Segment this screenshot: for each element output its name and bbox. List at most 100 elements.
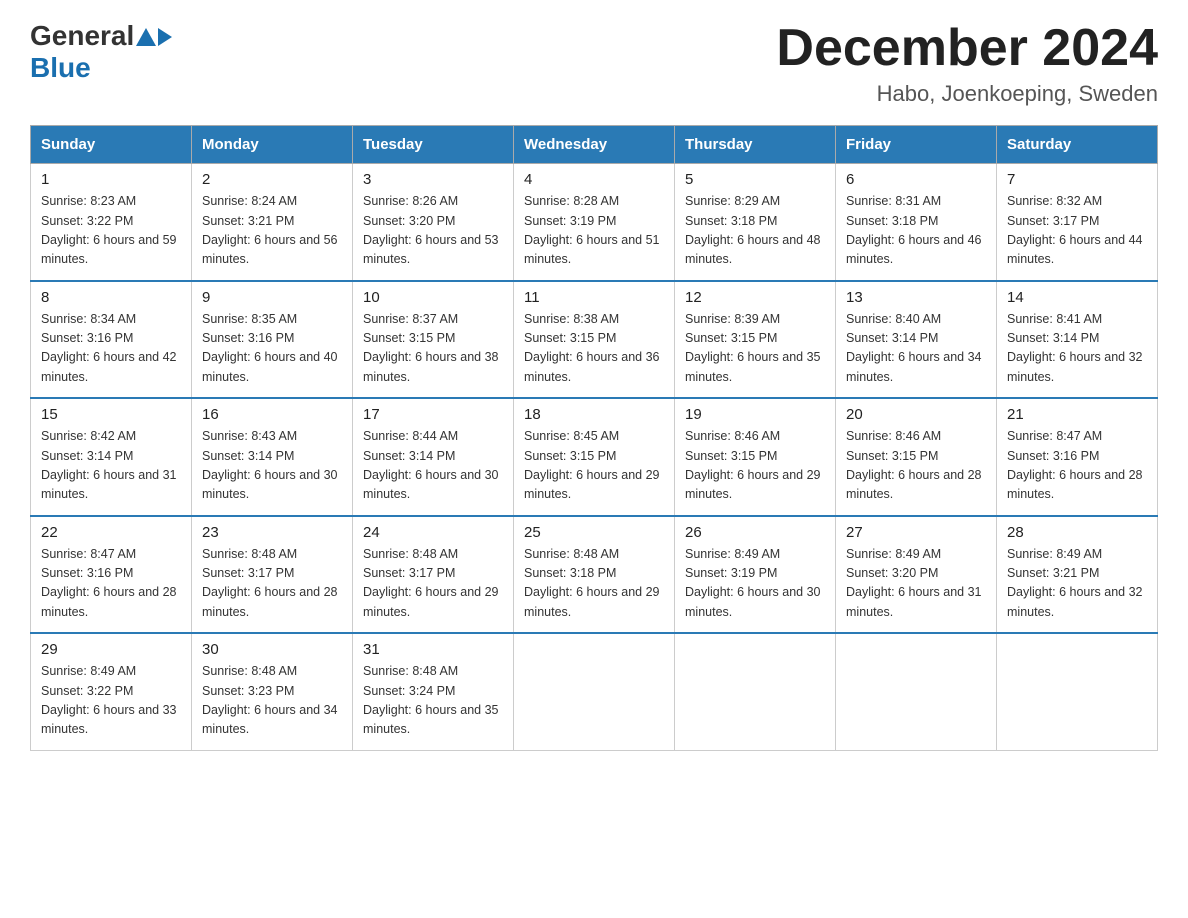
day-info: Sunrise: 8:37 AMSunset: 3:15 PMDaylight:…: [363, 310, 503, 388]
day-number: 9: [202, 289, 342, 306]
week-row-1: 1 Sunrise: 8:23 AMSunset: 3:22 PMDaylight…: [31, 164, 1158, 281]
calendar-cell: 9 Sunrise: 8:35 AMSunset: 3:16 PMDaylight…: [192, 281, 353, 399]
day-number: 7: [1007, 171, 1147, 188]
calendar-cell: [997, 633, 1158, 750]
day-info: Sunrise: 8:26 AMSunset: 3:20 PMDaylight:…: [363, 192, 503, 270]
day-number: 24: [363, 524, 503, 541]
title-area: December 2024 Habo, Joenkoeping, Sweden: [776, 20, 1158, 107]
header: General Blue December 2024 Habo, Joenkoe…: [30, 20, 1158, 107]
day-number: 17: [363, 406, 503, 423]
calendar-cell: 28Sunrise: 8:49 AMSunset: 3:21 PMDayligh…: [997, 516, 1158, 634]
day-info: Sunrise: 8:48 AMSunset: 3:24 PMDaylight:…: [363, 662, 503, 740]
week-row-5: 29Sunrise: 8:49 AMSunset: 3:22 PMDayligh…: [31, 633, 1158, 750]
calendar-cell: 6Sunrise: 8:31 AMSunset: 3:18 PMDaylight…: [836, 164, 997, 281]
day-info: Sunrise: 8:23 AMSunset: 3:22 PMDaylight:…: [41, 192, 181, 270]
day-info: Sunrise: 8:44 AMSunset: 3:14 PMDaylight:…: [363, 427, 503, 505]
day-number: 18: [524, 406, 664, 423]
logo-blue-part: [134, 26, 174, 46]
day-info: Sunrise: 8:32 AMSunset: 3:17 PMDaylight:…: [1007, 192, 1147, 270]
day-info: Sunrise: 8:43 AMSunset: 3:14 PMDaylight:…: [202, 427, 342, 505]
calendar-cell: 15 Sunrise: 8:42 AMSunset: 3:14 PMDayligh…: [31, 398, 192, 516]
calendar-cell: 5Sunrise: 8:29 AMSunset: 3:18 PMDaylight…: [675, 164, 836, 281]
day-number: 1: [41, 171, 181, 188]
day-info: Sunrise: 8:38 AMSunset: 3:15 PMDaylight:…: [524, 310, 664, 388]
day-number: 25: [524, 524, 664, 541]
day-info: Sunrise: 8:47 AMSunset: 3:16 PMDaylight:…: [1007, 427, 1147, 505]
calendar-cell: 1 Sunrise: 8:23 AMSunset: 3:22 PMDaylight…: [31, 164, 192, 281]
day-info: Sunrise: 8:48 AMSunset: 3:18 PMDaylight:…: [524, 545, 664, 623]
day-number: 2: [202, 171, 342, 188]
logo-general-text: General: [30, 20, 134, 52]
day-info: Sunrise: 8:48 AMSunset: 3:23 PMDaylight:…: [202, 662, 342, 740]
day-number: 5: [685, 171, 825, 188]
day-number: 21: [1007, 406, 1147, 423]
day-number: 8: [41, 289, 181, 306]
calendar-cell: 29Sunrise: 8:49 AMSunset: 3:22 PMDayligh…: [31, 633, 192, 750]
logo: General Blue: [30, 20, 174, 84]
header-thursday: Thursday: [675, 126, 836, 164]
calendar-cell: 8 Sunrise: 8:34 AMSunset: 3:16 PMDaylight…: [31, 281, 192, 399]
day-number: 26: [685, 524, 825, 541]
logo-triangle-icon: [135, 26, 157, 48]
day-number: 30: [202, 641, 342, 658]
days-header-row: SundayMondayTuesdayWednesdayThursdayFrid…: [31, 126, 1158, 164]
calendar-cell: 13 Sunrise: 8:40 AMSunset: 3:14 PMDayligh…: [836, 281, 997, 399]
calendar-cell: 27 Sunrise: 8:49 AMSunset: 3:20 PMDayligh…: [836, 516, 997, 634]
day-info: Sunrise: 8:35 AMSunset: 3:16 PMDaylight:…: [202, 310, 342, 388]
day-number: 16: [202, 406, 342, 423]
day-number: 22: [41, 524, 181, 541]
day-info: Sunrise: 8:39 AMSunset: 3:15 PMDaylight:…: [685, 310, 825, 388]
day-number: 31: [363, 641, 503, 658]
location-title: Habo, Joenkoeping, Sweden: [776, 81, 1158, 107]
calendar-cell: 23 Sunrise: 8:48 AMSunset: 3:17 PMDayligh…: [192, 516, 353, 634]
calendar-cell: 18 Sunrise: 8:45 AMSunset: 3:15 PMDayligh…: [514, 398, 675, 516]
day-number: 23: [202, 524, 342, 541]
day-info: Sunrise: 8:24 AMSunset: 3:21 PMDaylight:…: [202, 192, 342, 270]
day-info: Sunrise: 8:47 AMSunset: 3:16 PMDaylight:…: [41, 545, 181, 623]
calendar-cell: [675, 633, 836, 750]
calendar-cell: 11 Sunrise: 8:38 AMSunset: 3:15 PMDayligh…: [514, 281, 675, 399]
calendar-cell: 26Sunrise: 8:49 AMSunset: 3:19 PMDayligh…: [675, 516, 836, 634]
day-info: Sunrise: 8:42 AMSunset: 3:14 PMDaylight:…: [41, 427, 181, 505]
header-wednesday: Wednesday: [514, 126, 675, 164]
calendar-cell: 22 Sunrise: 8:47 AMSunset: 3:16 PMDayligh…: [31, 516, 192, 634]
day-number: 11: [524, 289, 664, 306]
calendar-cell: 7 Sunrise: 8:32 AMSunset: 3:17 PMDaylight…: [997, 164, 1158, 281]
day-info: Sunrise: 8:48 AMSunset: 3:17 PMDaylight:…: [363, 545, 503, 623]
day-info: Sunrise: 8:49 AMSunset: 3:22 PMDaylight:…: [41, 662, 181, 740]
header-saturday: Saturday: [997, 126, 1158, 164]
calendar-cell: 31 Sunrise: 8:48 AMSunset: 3:24 PMDayligh…: [353, 633, 514, 750]
logo-blue-text: Blue: [30, 52, 91, 84]
day-info: Sunrise: 8:45 AMSunset: 3:15 PMDaylight:…: [524, 427, 664, 505]
week-row-3: 15 Sunrise: 8:42 AMSunset: 3:14 PMDayligh…: [31, 398, 1158, 516]
calendar-cell: 17 Sunrise: 8:44 AMSunset: 3:14 PMDayligh…: [353, 398, 514, 516]
calendar-cell: 3 Sunrise: 8:26 AMSunset: 3:20 PMDaylight…: [353, 164, 514, 281]
day-number: 15: [41, 406, 181, 423]
header-friday: Friday: [836, 126, 997, 164]
calendar-cell: 14Sunrise: 8:41 AMSunset: 3:14 PMDayligh…: [997, 281, 1158, 399]
day-info: Sunrise: 8:46 AMSunset: 3:15 PMDaylight:…: [846, 427, 986, 505]
day-number: 20: [846, 406, 986, 423]
week-row-4: 22 Sunrise: 8:47 AMSunset: 3:16 PMDayligh…: [31, 516, 1158, 634]
day-number: 13: [846, 289, 986, 306]
calendar-cell: 16 Sunrise: 8:43 AMSunset: 3:14 PMDayligh…: [192, 398, 353, 516]
calendar-cell: 2 Sunrise: 8:24 AMSunset: 3:21 PMDaylight…: [192, 164, 353, 281]
day-info: Sunrise: 8:34 AMSunset: 3:16 PMDaylight:…: [41, 310, 181, 388]
day-number: 6: [846, 171, 986, 188]
day-number: 3: [363, 171, 503, 188]
day-number: 10: [363, 289, 503, 306]
calendar-cell: 10 Sunrise: 8:37 AMSunset: 3:15 PMDayligh…: [353, 281, 514, 399]
day-info: Sunrise: 8:40 AMSunset: 3:14 PMDaylight:…: [846, 310, 986, 388]
calendar-cell: 25 Sunrise: 8:48 AMSunset: 3:18 PMDayligh…: [514, 516, 675, 634]
calendar-table: SundayMondayTuesdayWednesdayThursdayFrid…: [30, 125, 1158, 751]
day-info: Sunrise: 8:49 AMSunset: 3:20 PMDaylight:…: [846, 545, 986, 623]
calendar-cell: 24 Sunrise: 8:48 AMSunset: 3:17 PMDayligh…: [353, 516, 514, 634]
calendar-cell: 12Sunrise: 8:39 AMSunset: 3:15 PMDayligh…: [675, 281, 836, 399]
month-title: December 2024: [776, 20, 1158, 77]
day-info: Sunrise: 8:48 AMSunset: 3:17 PMDaylight:…: [202, 545, 342, 623]
day-info: Sunrise: 8:28 AMSunset: 3:19 PMDaylight:…: [524, 192, 664, 270]
day-number: 19: [685, 406, 825, 423]
day-number: 4: [524, 171, 664, 188]
day-number: 27: [846, 524, 986, 541]
day-number: 14: [1007, 289, 1147, 306]
